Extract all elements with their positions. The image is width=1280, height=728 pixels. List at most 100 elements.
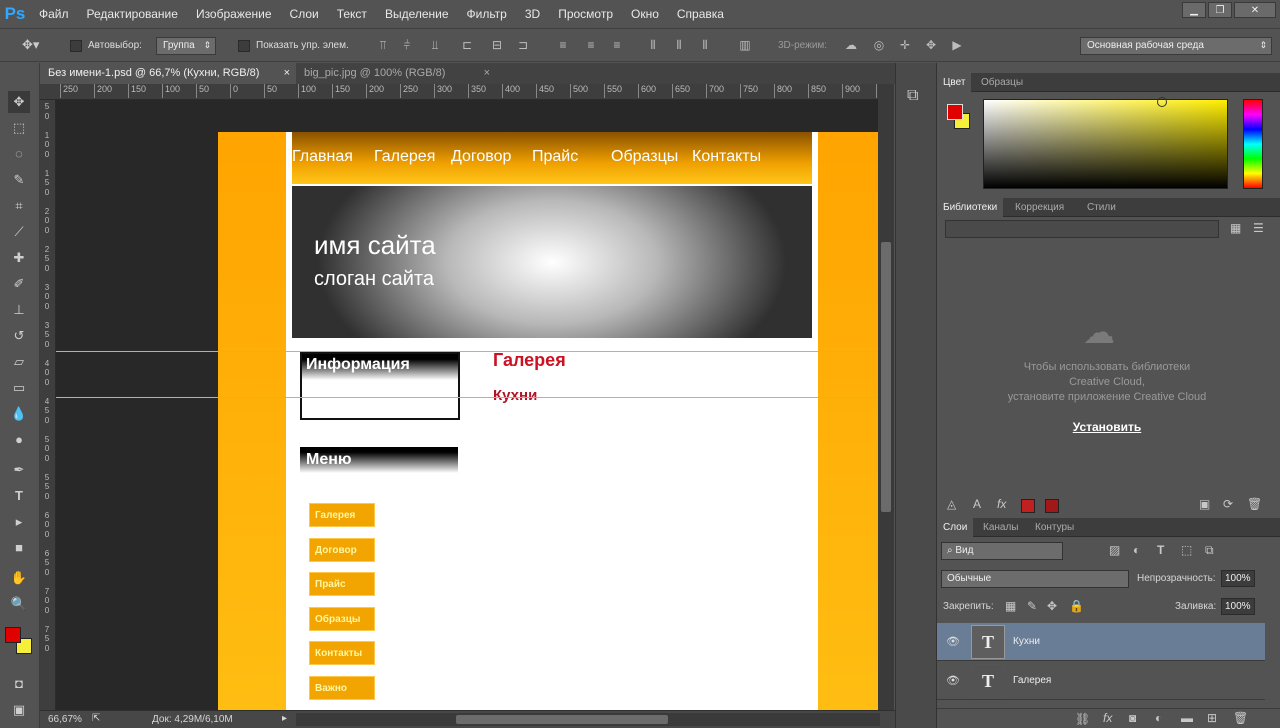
menu-layers[interactable]: Слои [281,0,328,28]
filter-smart-object-icon[interactable]: ⧉ [1205,543,1214,558]
eyedropper-tool-icon[interactable]: ⟋ [8,221,30,243]
close-tab-icon[interactable]: × [284,67,290,79]
path-select-tool-icon[interactable]: ▸ [8,511,30,533]
guide-line[interactable] [56,397,878,398]
trash-icon[interactable]: 🗑 [1247,497,1262,511]
move-tool-icon[interactable]: ✥ [8,91,30,113]
tab-libraries[interactable]: Библиотеки [937,198,1004,217]
marquee-tool-icon[interactable]: ⬚ [8,117,30,139]
fill-input[interactable]: 100% [1221,598,1255,615]
add-bg-color-icon[interactable] [1045,499,1059,513]
menu-filter[interactable]: Фильтр [458,0,516,28]
distribute-top-icon[interactable]: ≡ [556,38,570,54]
layer-row[interactable]: 👁 T Галерея [937,662,1265,700]
tab-color[interactable]: Цвет [937,73,972,92]
3d-slide-icon[interactable]: ✥ [924,38,938,54]
distribute-bottom-icon[interactable]: ≡ [610,38,624,54]
show-controls-checkbox[interactable] [238,40,250,52]
menu-3d[interactable]: 3D [516,0,549,28]
minimize-button[interactable]: ▁ [1182,2,1206,18]
filter-adjustment-icon[interactable]: ◐ [1133,543,1140,557]
tab-swatches[interactable]: Образцы [975,73,1029,92]
tab-adjustments[interactable]: Коррекция [1009,198,1070,217]
brush-tool-icon[interactable]: ✐ [8,273,30,295]
vertical-scroll-thumb[interactable] [881,242,891,512]
rectangle-tool-icon[interactable]: ■ [8,537,30,559]
lock-pixels-icon[interactable]: ✎ [1027,599,1037,613]
close-tab-icon[interactable]: × [484,67,490,79]
visibility-eye-icon[interactable]: 👁 [946,635,960,648]
3d-rotate-icon[interactable]: ☁ [844,38,858,54]
crop-tool-icon[interactable]: ⌗ [8,195,30,217]
filter-shape-icon[interactable]: ⬚ [1181,543,1192,557]
gradient-tool-icon[interactable]: ▭ [8,377,30,399]
type-tool-icon[interactable]: T [8,485,30,507]
align-right-icon[interactable]: ⊐ [516,38,530,54]
menu-type[interactable]: Текст [328,0,376,28]
close-window-button[interactable]: ✕ [1234,2,1276,18]
horizontal-scrollbar[interactable] [296,713,880,726]
foreground-color-swatch[interactable] [5,627,21,643]
quick-mask-icon[interactable]: ◘ [8,673,30,695]
zoom-tool-icon[interactable]: 🔍 [8,593,30,615]
menu-select[interactable]: Выделение [376,0,458,28]
list-view-icon[interactable]: ☰ [1253,221,1264,235]
document-canvas[interactable]: Главная Галерея Договор Прайс Образцы Ко… [218,132,878,710]
pen-tool-icon[interactable]: ✒ [8,459,30,481]
tab-document-2[interactable]: big_pic.jpg @ 100% (RGB/8) × [296,63,496,84]
delete-layer-icon[interactable]: 🗑 [1233,711,1248,725]
panel-foreground-swatch[interactable] [947,104,963,120]
3d-drag-icon[interactable]: ✛ [898,38,912,54]
dodge-tool-icon[interactable]: ● [8,429,30,451]
tab-channels[interactable]: Каналы [977,518,1025,537]
clone-stamp-tool-icon[interactable]: ⊥ [8,299,30,321]
menu-view[interactable]: Просмотр [549,0,622,28]
align-top-icon[interactable]: ⫪ [376,38,390,54]
workspace-dropdown[interactable]: Основная рабочая среда [1080,37,1272,55]
hue-slider[interactable] [1243,99,1263,189]
new-layer-icon[interactable]: ⊞ [1207,711,1217,725]
autoselect-checkbox[interactable] [70,40,82,52]
color-spectrum[interactable] [983,97,1228,189]
blend-mode-dropdown[interactable]: Обычные [941,570,1129,588]
status-menu-arrow-icon[interactable]: ▸ [282,713,287,724]
zoom-level[interactable]: 66,67% [48,714,82,725]
menu-file[interactable]: Файл [30,0,78,28]
menu-window[interactable]: Окно [622,0,668,28]
tab-styles[interactable]: Стили [1081,198,1122,217]
grid-view-icon[interactable]: ▦ [1230,221,1241,235]
new-adjustment-icon[interactable]: ◐ [1155,711,1162,725]
lock-transparency-icon[interactable]: ▦ [1005,599,1016,613]
add-graphic-icon[interactable]: ◬ [947,497,956,511]
add-character-style-icon[interactable]: A [973,497,981,511]
link-layers-icon[interactable]: ⛓ [1075,712,1090,726]
layer-row[interactable]: 👁 T Кухни [937,623,1265,661]
history-panel-icon[interactable]: ⧉ [907,87,918,105]
align-bottom-icon[interactable]: ⫫ [428,38,442,54]
layer-style-icon[interactable]: fx [1103,711,1112,725]
move-tool-icon[interactable]: ✥▾ [22,37,39,53]
menu-edit[interactable]: Редактирование [78,0,187,28]
new-group-icon[interactable]: ▬ [1181,711,1193,725]
vertical-scrollbar[interactable] [878,84,894,710]
blur-tool-icon[interactable]: 💧 [8,403,30,425]
add-layer-style-icon[interactable]: fx [997,497,1006,511]
quick-select-tool-icon[interactable]: ✎ [8,169,30,191]
tab-document-1[interactable]: Без имени-1.psd @ 66,7% (Кухни, RGB/8) × [40,63,296,84]
install-link[interactable]: Установить [1047,420,1167,434]
align-left-icon[interactable]: ⊏ [460,38,474,54]
distribute-left-icon[interactable]: ⦀ [646,38,660,54]
distribute-right-icon[interactable]: ⦀ [698,38,712,54]
layer-filter-dropdown[interactable]: ⌕ Вид [941,542,1063,560]
align-hcenter-icon[interactable]: ⊟ [490,38,504,54]
add-mask-icon[interactable]: ◙ [1129,711,1136,725]
lock-all-icon[interactable]: 🔒 [1069,599,1084,613]
opacity-input[interactable]: 100% [1221,570,1255,587]
history-brush-tool-icon[interactable]: ↺ [8,325,30,347]
visibility-eye-icon[interactable]: 👁 [946,674,960,687]
horizontal-scroll-thumb[interactable] [456,715,668,724]
sync-icon[interactable]: ⟳ [1223,497,1233,511]
tab-paths[interactable]: Контуры [1029,518,1080,537]
menu-help[interactable]: Справка [668,0,733,28]
guide-line[interactable] [56,351,878,352]
